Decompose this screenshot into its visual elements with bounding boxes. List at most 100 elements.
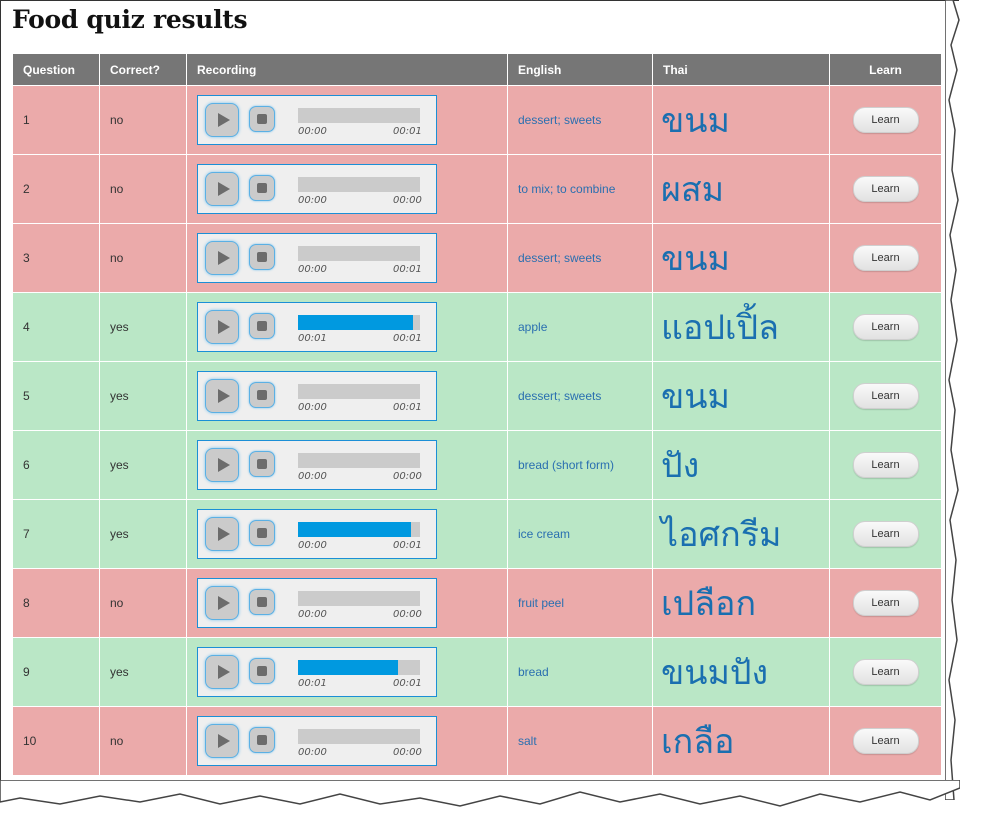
- correct-status: yes: [99, 361, 187, 431]
- english-meaning: fruit peel: [507, 568, 653, 638]
- learn-button[interactable]: Learn: [852, 314, 919, 340]
- stop-icon[interactable]: [249, 382, 275, 408]
- stop-icon[interactable]: [249, 244, 275, 270]
- time-current: 00:01: [298, 333, 327, 344]
- progress-fill: [298, 315, 413, 330]
- progress-bar[interactable]: [298, 591, 420, 606]
- audio-player: 00:01 00:01: [197, 647, 437, 697]
- thai-word: เกลือ: [652, 706, 830, 776]
- learn-cell: Learn: [829, 292, 942, 362]
- progress-bar[interactable]: [298, 384, 420, 399]
- english-meaning: salt: [507, 706, 653, 776]
- play-icon[interactable]: [205, 724, 239, 758]
- stop-icon[interactable]: [249, 520, 275, 546]
- question-number: 7: [12, 499, 100, 569]
- recording-cell: 00:00 00:00: [186, 154, 508, 224]
- learn-cell: Learn: [829, 223, 942, 293]
- progress-bar[interactable]: [298, 108, 420, 123]
- progress-bar[interactable]: [298, 522, 420, 537]
- header-english: English: [507, 54, 653, 86]
- learn-cell: Learn: [829, 361, 942, 431]
- time-total: 00:01: [393, 333, 422, 344]
- header-recording: Recording: [186, 54, 508, 86]
- table-row: 1 no 00:00 00:01 dessert; sweets ขนม Learn: [12, 85, 942, 155]
- english-meaning: dessert; sweets: [507, 361, 653, 431]
- learn-cell: Learn: [829, 637, 942, 707]
- question-number: 9: [12, 637, 100, 707]
- question-number: 5: [12, 361, 100, 431]
- play-icon[interactable]: [205, 172, 239, 206]
- table-row: 6 yes 00:00 00:00 bread (short form) ปัง Learn: [12, 430, 942, 500]
- results-table: Question Correct? Recording English Thai…: [12, 54, 942, 776]
- time-current: 00:00: [298, 747, 327, 758]
- progress-bar[interactable]: [298, 729, 420, 744]
- english-meaning: apple: [507, 292, 653, 362]
- play-icon[interactable]: [205, 586, 239, 620]
- recording-cell: 00:00 00:01: [186, 223, 508, 293]
- progress-bar[interactable]: [298, 315, 420, 330]
- torn-edge-bottom: [0, 780, 960, 807]
- learn-button[interactable]: Learn: [852, 245, 919, 271]
- time-total: 00:00: [393, 195, 422, 206]
- audio-player: 00:00 00:01: [197, 233, 437, 283]
- table-row: 3 no 00:00 00:01 dessert; sweets ขนม Learn: [12, 223, 942, 293]
- header-learn: Learn: [829, 54, 942, 86]
- learn-button[interactable]: Learn: [852, 521, 919, 547]
- table-row: 10 no 00:00 00:00 salt เกลือ Learn: [12, 706, 942, 776]
- recording-cell: 00:00 00:00: [186, 430, 508, 500]
- learn-button[interactable]: Learn: [852, 728, 919, 754]
- question-number: 6: [12, 430, 100, 500]
- progress-bar[interactable]: [298, 660, 420, 675]
- learn-button[interactable]: Learn: [852, 107, 919, 133]
- play-icon[interactable]: [205, 241, 239, 275]
- audio-player: 00:00 00:00: [197, 578, 437, 628]
- thai-word: ขนม: [652, 361, 830, 431]
- thai-word: ปัง: [652, 430, 830, 500]
- stop-icon[interactable]: [249, 727, 275, 753]
- stop-icon[interactable]: [249, 658, 275, 684]
- progress-bar[interactable]: [298, 177, 420, 192]
- learn-button[interactable]: Learn: [852, 383, 919, 409]
- progress-bar[interactable]: [298, 246, 420, 261]
- english-meaning: dessert; sweets: [507, 85, 653, 155]
- stop-icon[interactable]: [249, 589, 275, 615]
- learn-button[interactable]: Learn: [852, 590, 919, 616]
- audio-player: 00:00 00:00: [197, 164, 437, 214]
- correct-status: no: [99, 706, 187, 776]
- time-total: 00:00: [393, 609, 422, 620]
- time-current: 00:00: [298, 540, 327, 551]
- stop-icon[interactable]: [249, 106, 275, 132]
- recording-cell: 00:00 00:00: [186, 706, 508, 776]
- thai-word: ขนม: [652, 85, 830, 155]
- torn-edge-right: [945, 0, 960, 800]
- recording-cell: 00:00 00:01: [186, 361, 508, 431]
- stop-icon[interactable]: [249, 313, 275, 339]
- table-row: 2 no 00:00 00:00 to mix; to combine ผสม Learn: [12, 154, 942, 224]
- stop-icon[interactable]: [249, 451, 275, 477]
- thai-word: ขนมปัง: [652, 637, 830, 707]
- learn-button[interactable]: Learn: [852, 452, 919, 478]
- play-icon[interactable]: [205, 379, 239, 413]
- learn-button[interactable]: Learn: [852, 659, 919, 685]
- play-icon[interactable]: [205, 103, 239, 137]
- play-icon[interactable]: [205, 448, 239, 482]
- question-number: 8: [12, 568, 100, 638]
- audio-player: 00:00 00:00: [197, 440, 437, 490]
- time-current: 00:00: [298, 471, 327, 482]
- header-thai: Thai: [652, 54, 830, 86]
- play-icon[interactable]: [205, 310, 239, 344]
- question-number: 1: [12, 85, 100, 155]
- play-icon[interactable]: [205, 517, 239, 551]
- progress-bar[interactable]: [298, 453, 420, 468]
- english-meaning: to mix; to combine: [507, 154, 653, 224]
- thai-word: ผสม: [652, 154, 830, 224]
- play-icon[interactable]: [205, 655, 239, 689]
- learn-button[interactable]: Learn: [852, 176, 919, 202]
- correct-status: yes: [99, 637, 187, 707]
- correct-status: no: [99, 223, 187, 293]
- audio-player: 00:00 00:01: [197, 95, 437, 145]
- stop-icon[interactable]: [249, 175, 275, 201]
- learn-cell: Learn: [829, 430, 942, 500]
- time-total: 00:01: [393, 126, 422, 137]
- recording-cell: 00:00 00:01: [186, 85, 508, 155]
